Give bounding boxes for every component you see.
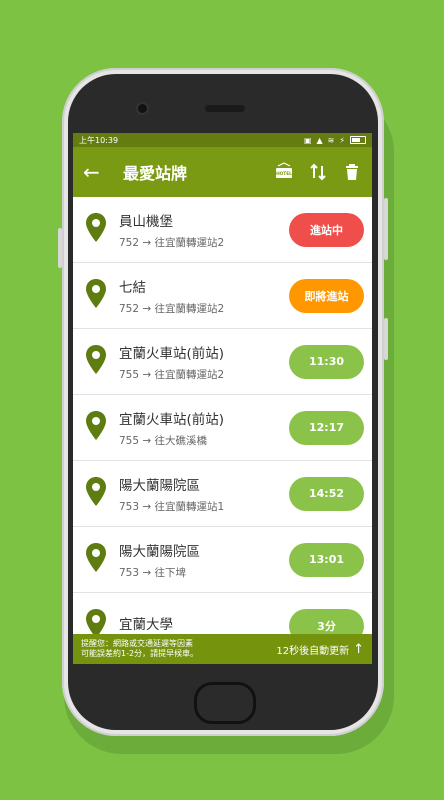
stop-info: 員山機堡 752 → 往宜蘭轉運站2 [119, 210, 289, 250]
auto-refresh[interactable]: 12秒後自動更新 ↑ [276, 642, 364, 657]
sim-icon: ▣ [303, 135, 312, 145]
stop-info: 宜蘭火車站(前站) 755 → 往大礁溪橋 [119, 408, 289, 448]
wifi-icon: ≋ [327, 135, 335, 145]
route-direction: 753 → 往下埤 [119, 566, 187, 579]
location-pin-icon [85, 542, 107, 578]
power-button[interactable] [384, 198, 388, 260]
location-pin-icon [85, 476, 107, 512]
stop-info: 陽大蘭陽院區 753 → 往宜蘭轉運站1 [119, 474, 289, 514]
status-bar: 上午10:39 ▣ ▲ ≋ ⚡ [73, 133, 372, 147]
arrival-status-badge: 即將進站 [289, 278, 364, 313]
arrival-status-badge: 14:52 [289, 476, 364, 511]
app-toolbar: ← 最愛站牌 HOTEL [73, 147, 372, 197]
arrival-status-badge: 11:30 [289, 344, 364, 379]
arrival-status-badge: 12:17 [289, 410, 364, 445]
volume-down-button[interactable] [384, 318, 388, 360]
stop-row[interactable]: 宜蘭火車站(前站) 755 → 往大礁溪橋 12:17 [73, 395, 372, 461]
stop-info: 陽大蘭陽院區 753 → 往下埤 [119, 540, 289, 580]
camera-icon [138, 104, 147, 113]
hotel-icon[interactable]: HOTEL [274, 162, 294, 182]
stop-name: 宜蘭大學 [119, 617, 173, 633]
battery-icon [350, 136, 366, 144]
arrival-status-badge: 進站中 [289, 212, 364, 247]
signal-icon: ▲ [316, 135, 323, 145]
status-time: 上午10:39 [79, 135, 119, 145]
hotel-sign-text: HOTEL [276, 171, 292, 177]
stop-info: 宜蘭火車站(前站) 755 → 往宜蘭轉運站2 [119, 342, 289, 382]
location-pin-icon [85, 278, 107, 314]
route-direction: 755 → 往宜蘭轉運站2 [119, 368, 225, 381]
stop-name: 宜蘭火車站(前站) [119, 345, 225, 362]
location-pin-icon [85, 410, 107, 446]
notice-message: 提醒您：網路或交通延遲等因素 可能誤差約1-2分，請提早候車。 [81, 639, 198, 659]
refresh-countdown: 12秒後自動更新 [276, 645, 350, 657]
page-title: 最愛站牌 [123, 164, 188, 183]
stop-name: 員山機堡 [119, 213, 173, 230]
stop-info: 七結 752 → 往宜蘭轉運站2 [119, 276, 289, 316]
arrival-status-badge: 13:01 [289, 542, 364, 577]
favorite-stop-list: 員山機堡 752 → 往宜蘭轉運站2 進站中 七結 752 → 往宜蘭轉運站2 … [73, 197, 372, 659]
notice-line-1: 提醒您：網路或交通延遲等因素 [81, 639, 193, 648]
stop-name: 陽大蘭陽院區 [119, 543, 200, 560]
home-button[interactable] [194, 682, 256, 724]
speaker-grille [205, 105, 245, 112]
stop-row[interactable]: 七結 752 → 往宜蘭轉運站2 即將進站 [73, 263, 372, 329]
stop-name: 宜蘭火車站(前站) [119, 411, 225, 428]
volume-up-button[interactable] [58, 228, 62, 268]
stop-row[interactable]: 陽大蘭陽院區 753 → 往下埤 13:01 [73, 527, 372, 593]
route-direction: 755 → 往大礁溪橋 [119, 434, 208, 447]
location-pin-icon [85, 344, 107, 380]
route-direction: 753 → 往宜蘭轉運站1 [119, 500, 225, 513]
stop-row[interactable]: 員山機堡 752 → 往宜蘭轉運站2 進站中 [73, 197, 372, 263]
app-screen: 上午10:39 ▣ ▲ ≋ ⚡ ← 最愛站牌 HOTEL 員山機堡 752 → … [73, 133, 372, 664]
stop-name: 七結 [119, 279, 146, 296]
stop-name: 陽大蘭陽院區 [119, 477, 200, 494]
notice-bar: 提醒您：網路或交通延遲等因素 可能誤差約1-2分，請提早候車。 12秒後自動更新… [73, 634, 372, 664]
arrow-up-icon: ↑ [353, 641, 364, 657]
route-direction: 752 → 往宜蘭轉運站2 [119, 236, 225, 249]
route-direction: 752 → 往宜蘭轉運站2 [119, 302, 225, 315]
stop-row[interactable]: 宜蘭火車站(前站) 755 → 往宜蘭轉運站2 11:30 [73, 329, 372, 395]
notice-line-2: 可能誤差約1-2分，請提早候車。 [81, 649, 199, 658]
location-pin-icon [85, 212, 107, 248]
stop-row[interactable]: 陽大蘭陽院區 753 → 往宜蘭轉運站1 14:52 [73, 461, 372, 527]
back-icon[interactable]: ← [83, 160, 113, 184]
trash-icon[interactable] [342, 162, 362, 182]
status-icons: ▣ ▲ ≋ ⚡ [304, 136, 366, 145]
sort-icon[interactable] [308, 162, 328, 182]
charging-icon: ⚡ [339, 135, 345, 145]
